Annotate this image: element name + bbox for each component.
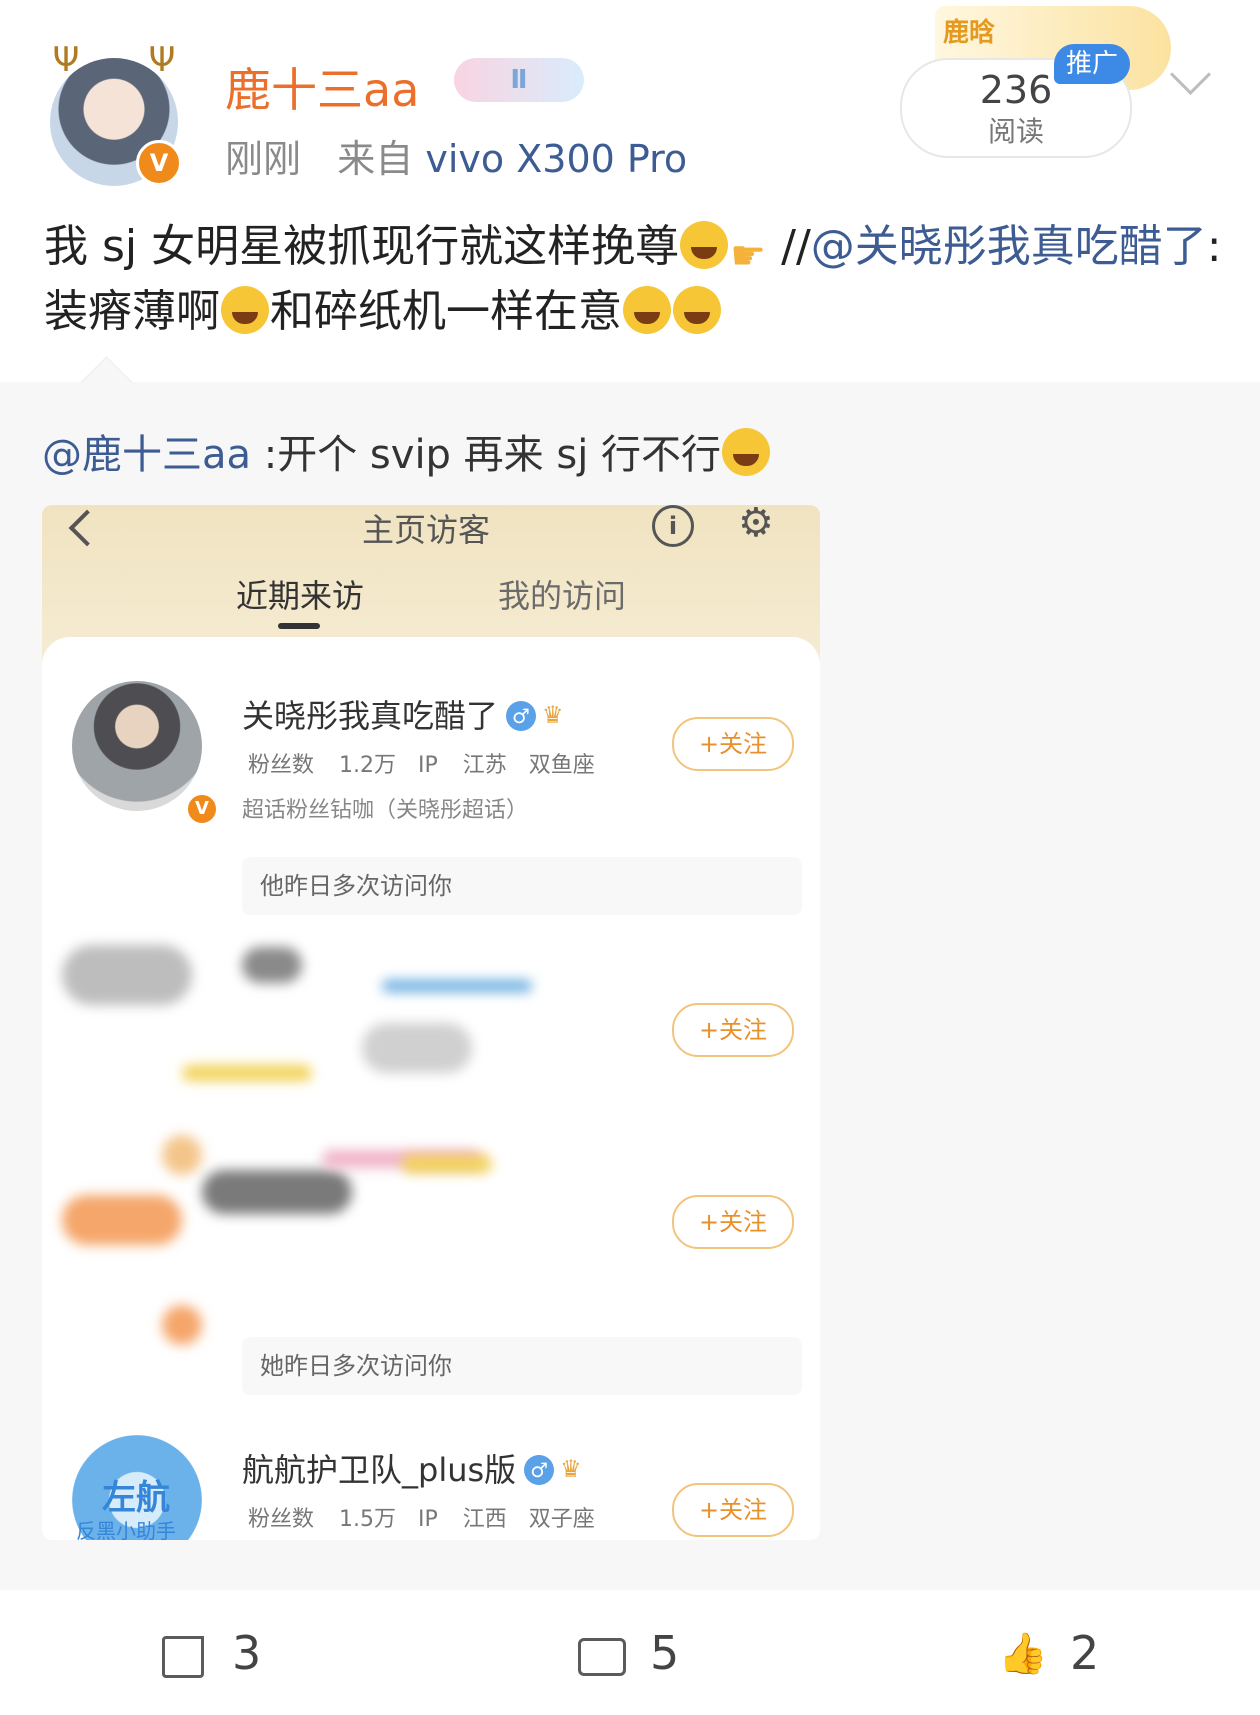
thumbs-up-icon: 👍 — [998, 1631, 1048, 1677]
repost-mention-link[interactable]: @鹿十三aa — [42, 432, 251, 478]
level-badge: Ⅱ — [454, 58, 584, 102]
attached-image[interactable]: 主页访客 i ⚙ 近期来访 我的访问 V 关晓彤我真吃醋了 ♂ ♛ 粉丝数 1.2万… — [42, 505, 820, 1540]
share-icon — [160, 1630, 208, 1678]
mention-link[interactable]: @关晓彤我真吃醋了 — [811, 221, 1207, 272]
pointing-hand-emoji-icon: ☛ — [730, 233, 766, 279]
share-count: 3 — [232, 1626, 262, 1680]
blurred-text — [182, 1065, 312, 1081]
ad-tag: 推广 — [1054, 44, 1130, 84]
laugh-cry-emoji-icon — [673, 286, 721, 334]
visitor-stats: 粉丝数 1.2万 IP 江苏 双鱼座 — [248, 753, 595, 778]
reads-label: 阅读 — [987, 115, 1044, 148]
laugh-cry-emoji-icon — [623, 286, 671, 334]
chevron-down-icon[interactable] — [1169, 53, 1212, 96]
male-icon: ♂ — [524, 1455, 555, 1485]
author-name[interactable]: 鹿十三aa — [225, 54, 419, 120]
crown-icon: ♛ — [542, 701, 564, 729]
visitor-name: 关晓彤我真吃醋了 ♂ ♛ — [242, 697, 564, 735]
blurred-name — [242, 947, 302, 983]
post-device[interactable]: vivo X300 Pro — [425, 137, 687, 181]
blurred-badge — [382, 980, 532, 992]
verified-icon: V — [186, 793, 218, 825]
action-bar: 3 5 👍 2 — [0, 1590, 1260, 1715]
repost-body: :开个 svip 再来 sj 行不行 — [251, 432, 722, 478]
visit-note: 他昨日多次访问你 — [242, 857, 802, 915]
follow-button: +关注 — [672, 717, 794, 771]
repost-text: @鹿十三aa :开个 svip 再来 sj 行不行 — [42, 422, 771, 480]
verified-icon: V — [136, 140, 182, 186]
gear-icon: ⚙ — [738, 505, 774, 546]
post-text-segment: 和碎纸机一样在意 — [270, 286, 622, 337]
author-avatar[interactable]: Ψ Ψ V — [46, 40, 182, 186]
active-tab-indicator — [278, 623, 320, 629]
visitor-avatar — [72, 681, 202, 811]
post-text-segment: 我 sj 女明星被抓现行就这样挽尊 — [44, 221, 680, 272]
follow-button: +关注 — [672, 1483, 794, 1537]
rofl-emoji-icon — [680, 221, 729, 269]
post-text: 我 sj 女明星被抓现行就这样挽尊 ☛//@关晓彤我真吃醋了:装瘠薄啊 和碎纸机一样… — [44, 215, 1224, 344]
blurred-name — [202, 1170, 352, 1214]
info-icon: i — [652, 505, 694, 547]
visitor-stats: 粉丝数 1.5万 IP 江西 双子座 — [248, 1507, 595, 1532]
tab-my-visits: 我的访问 — [498, 577, 627, 615]
post-source-prefix: 来自 — [337, 137, 414, 181]
tab-recent-visitors: 近期来访 — [236, 577, 365, 615]
comment-count: 5 — [650, 1626, 680, 1680]
comment-icon — [578, 1630, 626, 1678]
crown-icon: ♛ — [560, 1455, 582, 1483]
blurred-avatar — [62, 1195, 182, 1245]
blurred-avatar — [62, 945, 192, 1005]
blurred-text — [362, 1023, 472, 1073]
post-time: 刚刚 — [225, 137, 302, 181]
like-count: 2 — [1070, 1626, 1100, 1680]
blurred-avatar — [162, 1305, 202, 1345]
visit-note: 她昨日多次访问你 — [242, 1337, 802, 1395]
male-icon: ♂ — [506, 701, 537, 731]
avatar-text: 左航 — [102, 1478, 170, 1518]
avatar-subtext: 反黑小助手 — [76, 1519, 176, 1540]
laugh-cry-emoji-icon — [722, 428, 771, 476]
post-text-segment: // — [781, 221, 811, 272]
visitor-name: 航航护卫队_plus版 ♂ ♛ — [242, 1451, 582, 1489]
back-arrow-icon — [68, 509, 106, 547]
follow-button: +关注 — [672, 1195, 794, 1249]
post-meta: 刚刚 来自 vivo X300 Pro — [225, 128, 687, 183]
blurred-badge — [402, 1155, 492, 1173]
blurred-avatar — [162, 1135, 202, 1175]
visitor-supertopic: 超话粉丝钻咖（关晓彤超话） — [242, 798, 529, 823]
follow-button: +关注 — [672, 1003, 794, 1057]
laugh-cry-emoji-icon — [221, 286, 269, 334]
visitor-page-title: 主页访客 — [362, 511, 491, 549]
